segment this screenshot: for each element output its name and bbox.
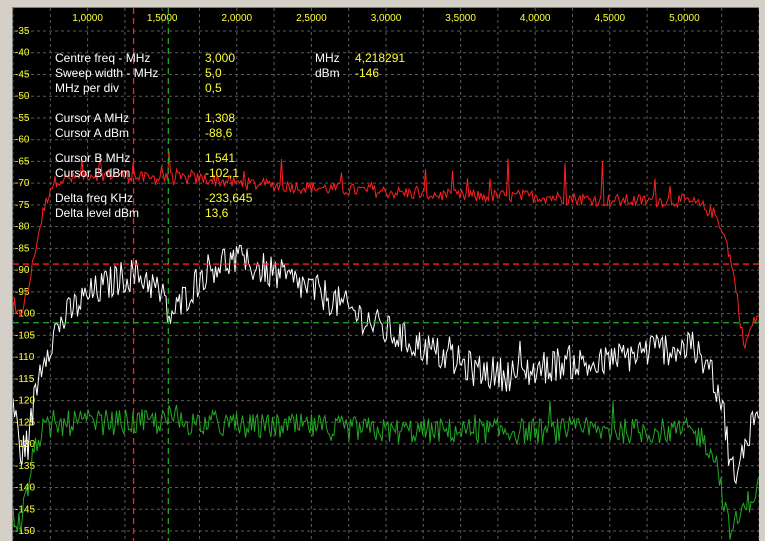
x-tick-label: 1,0000	[72, 13, 103, 24]
centre-freq-value: 3,000	[205, 51, 236, 65]
y-tick-label: -145	[15, 504, 35, 515]
y-tick-label: -45	[15, 69, 30, 80]
cursor-a-mhz-label: Cursor A MHz	[55, 111, 130, 125]
sweep-width-label: Sweep width - MHz	[55, 66, 159, 80]
mouse-mhz-value: 4,218291	[355, 51, 406, 65]
delta-level-label: Delta level dBm	[55, 206, 140, 220]
x-tick-label: 4,5000	[595, 13, 626, 24]
spectrum-plot-area[interactable]: -35 -40 -45 -50 -55 -60 -65 -70 -75 -80 -85 -90 -95 -…	[12, 7, 759, 541]
x-tick-label: 4,0000	[520, 13, 551, 24]
y-tick-label: -65	[15, 156, 30, 167]
spectrum-chart[interactable]: -35 -40 -45 -50 -55 -60 -65 -70 -75 -80 -85 -90 -95 -…	[13, 8, 759, 541]
cursor-b-dbm-label: Cursor B dBm	[55, 166, 131, 180]
spectrum-analyzer-window: -35 -40 -45 -50 -55 -60 -65 -70 -75 -80 -85 -90 -95 -…	[0, 0, 765, 541]
delta-level-value: 13,6	[205, 206, 229, 220]
mhz-per-div-label: MHz per div	[55, 81, 120, 95]
x-tick-label: 5,0000	[669, 13, 700, 24]
cursor-b-dbm-value: -102,1	[205, 166, 240, 180]
y-tick-label: -110	[15, 352, 35, 363]
y-tick-label: -70	[15, 178, 30, 189]
y-tick-label: -35	[15, 26, 30, 37]
y-tick-label: -85	[15, 243, 30, 254]
y-tick-label: -90	[15, 265, 30, 276]
x-tick-label: 2,0000	[222, 13, 253, 24]
y-tick-label: -50	[15, 91, 30, 102]
mhz-per-div-value: 0,5	[205, 81, 222, 95]
sweep-width-value: 5,0	[205, 66, 222, 80]
x-tick-label: 3,5000	[445, 13, 476, 24]
y-tick-label: -80	[15, 222, 30, 233]
y-tick-label: -120	[15, 396, 35, 407]
delta-freq-value: -233,645	[205, 191, 253, 205]
y-tick-label: -95	[15, 287, 30, 298]
mouse-dbm-value: -146	[355, 66, 380, 80]
x-tick-label: 3,0000	[371, 13, 402, 24]
y-tick-label: -135	[15, 461, 35, 472]
y-tick-label: -60	[15, 135, 30, 146]
cursor-a-dbm-value: -88,6	[205, 126, 233, 140]
mouse-mhz-label: MHz	[315, 51, 340, 65]
delta-freq-label: Delta freq KHz	[55, 191, 134, 205]
cursor-b-mhz-label: Cursor B MHz	[55, 151, 131, 165]
y-tick-label: -40	[15, 48, 30, 59]
centre-freq-label: Centre freq - MHz	[55, 51, 151, 65]
cursor-a-dbm-label: Cursor A dBm	[55, 126, 130, 140]
y-tick-label: -115	[15, 374, 35, 385]
mouse-dbm-label: dBm	[315, 66, 340, 80]
x-tick-label: 1,5000	[147, 13, 178, 24]
y-tick-label: -105	[15, 330, 35, 341]
y-tick-label: -55	[15, 113, 30, 124]
x-tick-label: 2,5000	[296, 13, 327, 24]
cursor-b-mhz-value: 1,541	[205, 151, 236, 165]
cursor-a-mhz-value: 1,308	[205, 111, 236, 125]
y-tick-label: -75	[15, 200, 30, 211]
